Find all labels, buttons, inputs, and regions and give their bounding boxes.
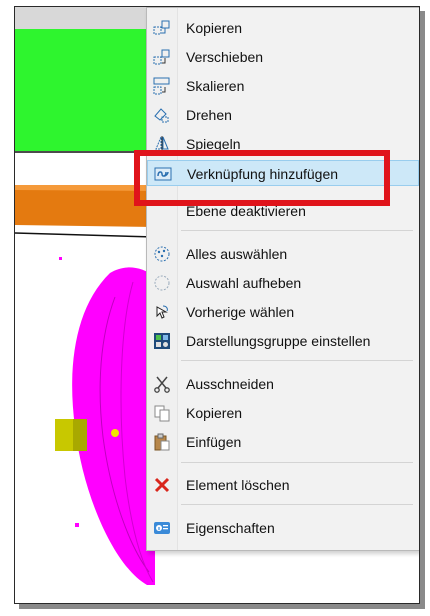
menu-item-kopieren-clipboard[interactable]: Kopieren <box>147 400 419 426</box>
menu-item-label: Einfügen <box>186 434 242 450</box>
scissors-icon <box>154 376 170 393</box>
scale-icon <box>153 77 170 95</box>
menu-item-skalieren[interactable]: Skalieren <box>147 73 419 99</box>
menu-item-label: Alles auswählen <box>186 246 288 262</box>
menu-item-kopieren[interactable]: Kopieren <box>147 15 419 41</box>
red-highlight-annotation <box>134 150 390 206</box>
delete-icon <box>154 477 170 493</box>
menu-separator <box>181 504 413 505</box>
menu-item-auswahl-aufheben[interactable]: Auswahl aufheben <box>147 270 419 296</box>
menu-item-label: Kopieren <box>186 405 243 421</box>
green-part <box>15 29 155 151</box>
menu-item-darstellungsgruppe-einstellen[interactable]: Darstellungsgruppe einstellen <box>147 328 419 354</box>
menu-item-vorherige-waehlen[interactable]: Vorherige wählen <box>147 299 419 325</box>
menu-item-label: Element löschen <box>186 477 290 493</box>
menu-item-label: Eigenschaften <box>186 520 275 536</box>
menu-separator <box>181 462 413 463</box>
move-icon <box>153 49 170 65</box>
select-all-icon <box>154 246 170 262</box>
yellow-dot <box>111 429 119 437</box>
menu-item-alles-auswaehlen[interactable]: Alles auswählen <box>147 241 419 267</box>
paste-icon <box>154 433 170 451</box>
copy-icon <box>154 405 170 422</box>
menu-item-eigenschaften[interactable]: Eigenschaften <box>147 515 419 541</box>
menu-item-label: Darstellungsgruppe einstellen <box>186 333 371 349</box>
menu-item-label: Skalieren <box>186 78 245 94</box>
display-group-icon <box>154 333 170 349</box>
menu-separator <box>181 360 413 361</box>
context-menu: Kopieren Verschieben Skalieren Drehen Sp… <box>146 7 419 551</box>
select-previous-icon <box>156 305 168 319</box>
properties-icon <box>154 522 170 534</box>
menu-item-label: Auswahl aufheben <box>186 275 302 291</box>
menu-item-label: Ausschneiden <box>186 376 274 392</box>
deselect-icon <box>154 275 170 291</box>
menu-item-ausschneiden[interactable]: Ausschneiden <box>147 371 419 397</box>
menu-item-label: Drehen <box>186 107 232 123</box>
menu-item-label: Kopieren <box>186 20 243 36</box>
menu-item-verschieben[interactable]: Verschieben <box>147 44 419 70</box>
menu-item-element-loeschen[interactable]: Element löschen <box>147 472 419 498</box>
menu-item-einfuegen[interactable]: Einfügen <box>147 429 419 455</box>
menu-separator <box>181 230 413 231</box>
menu-item-label: Verschieben <box>186 49 264 65</box>
menu-item-drehen[interactable]: Drehen <box>147 102 419 128</box>
rotate-icon <box>154 108 169 123</box>
window-frame: Kopieren Verschieben Skalieren Drehen Sp… <box>14 6 420 604</box>
menu-item-label: Vorherige wählen <box>186 304 295 320</box>
copy-transform-icon <box>153 20 170 35</box>
yellow-shaft <box>55 419 73 451</box>
